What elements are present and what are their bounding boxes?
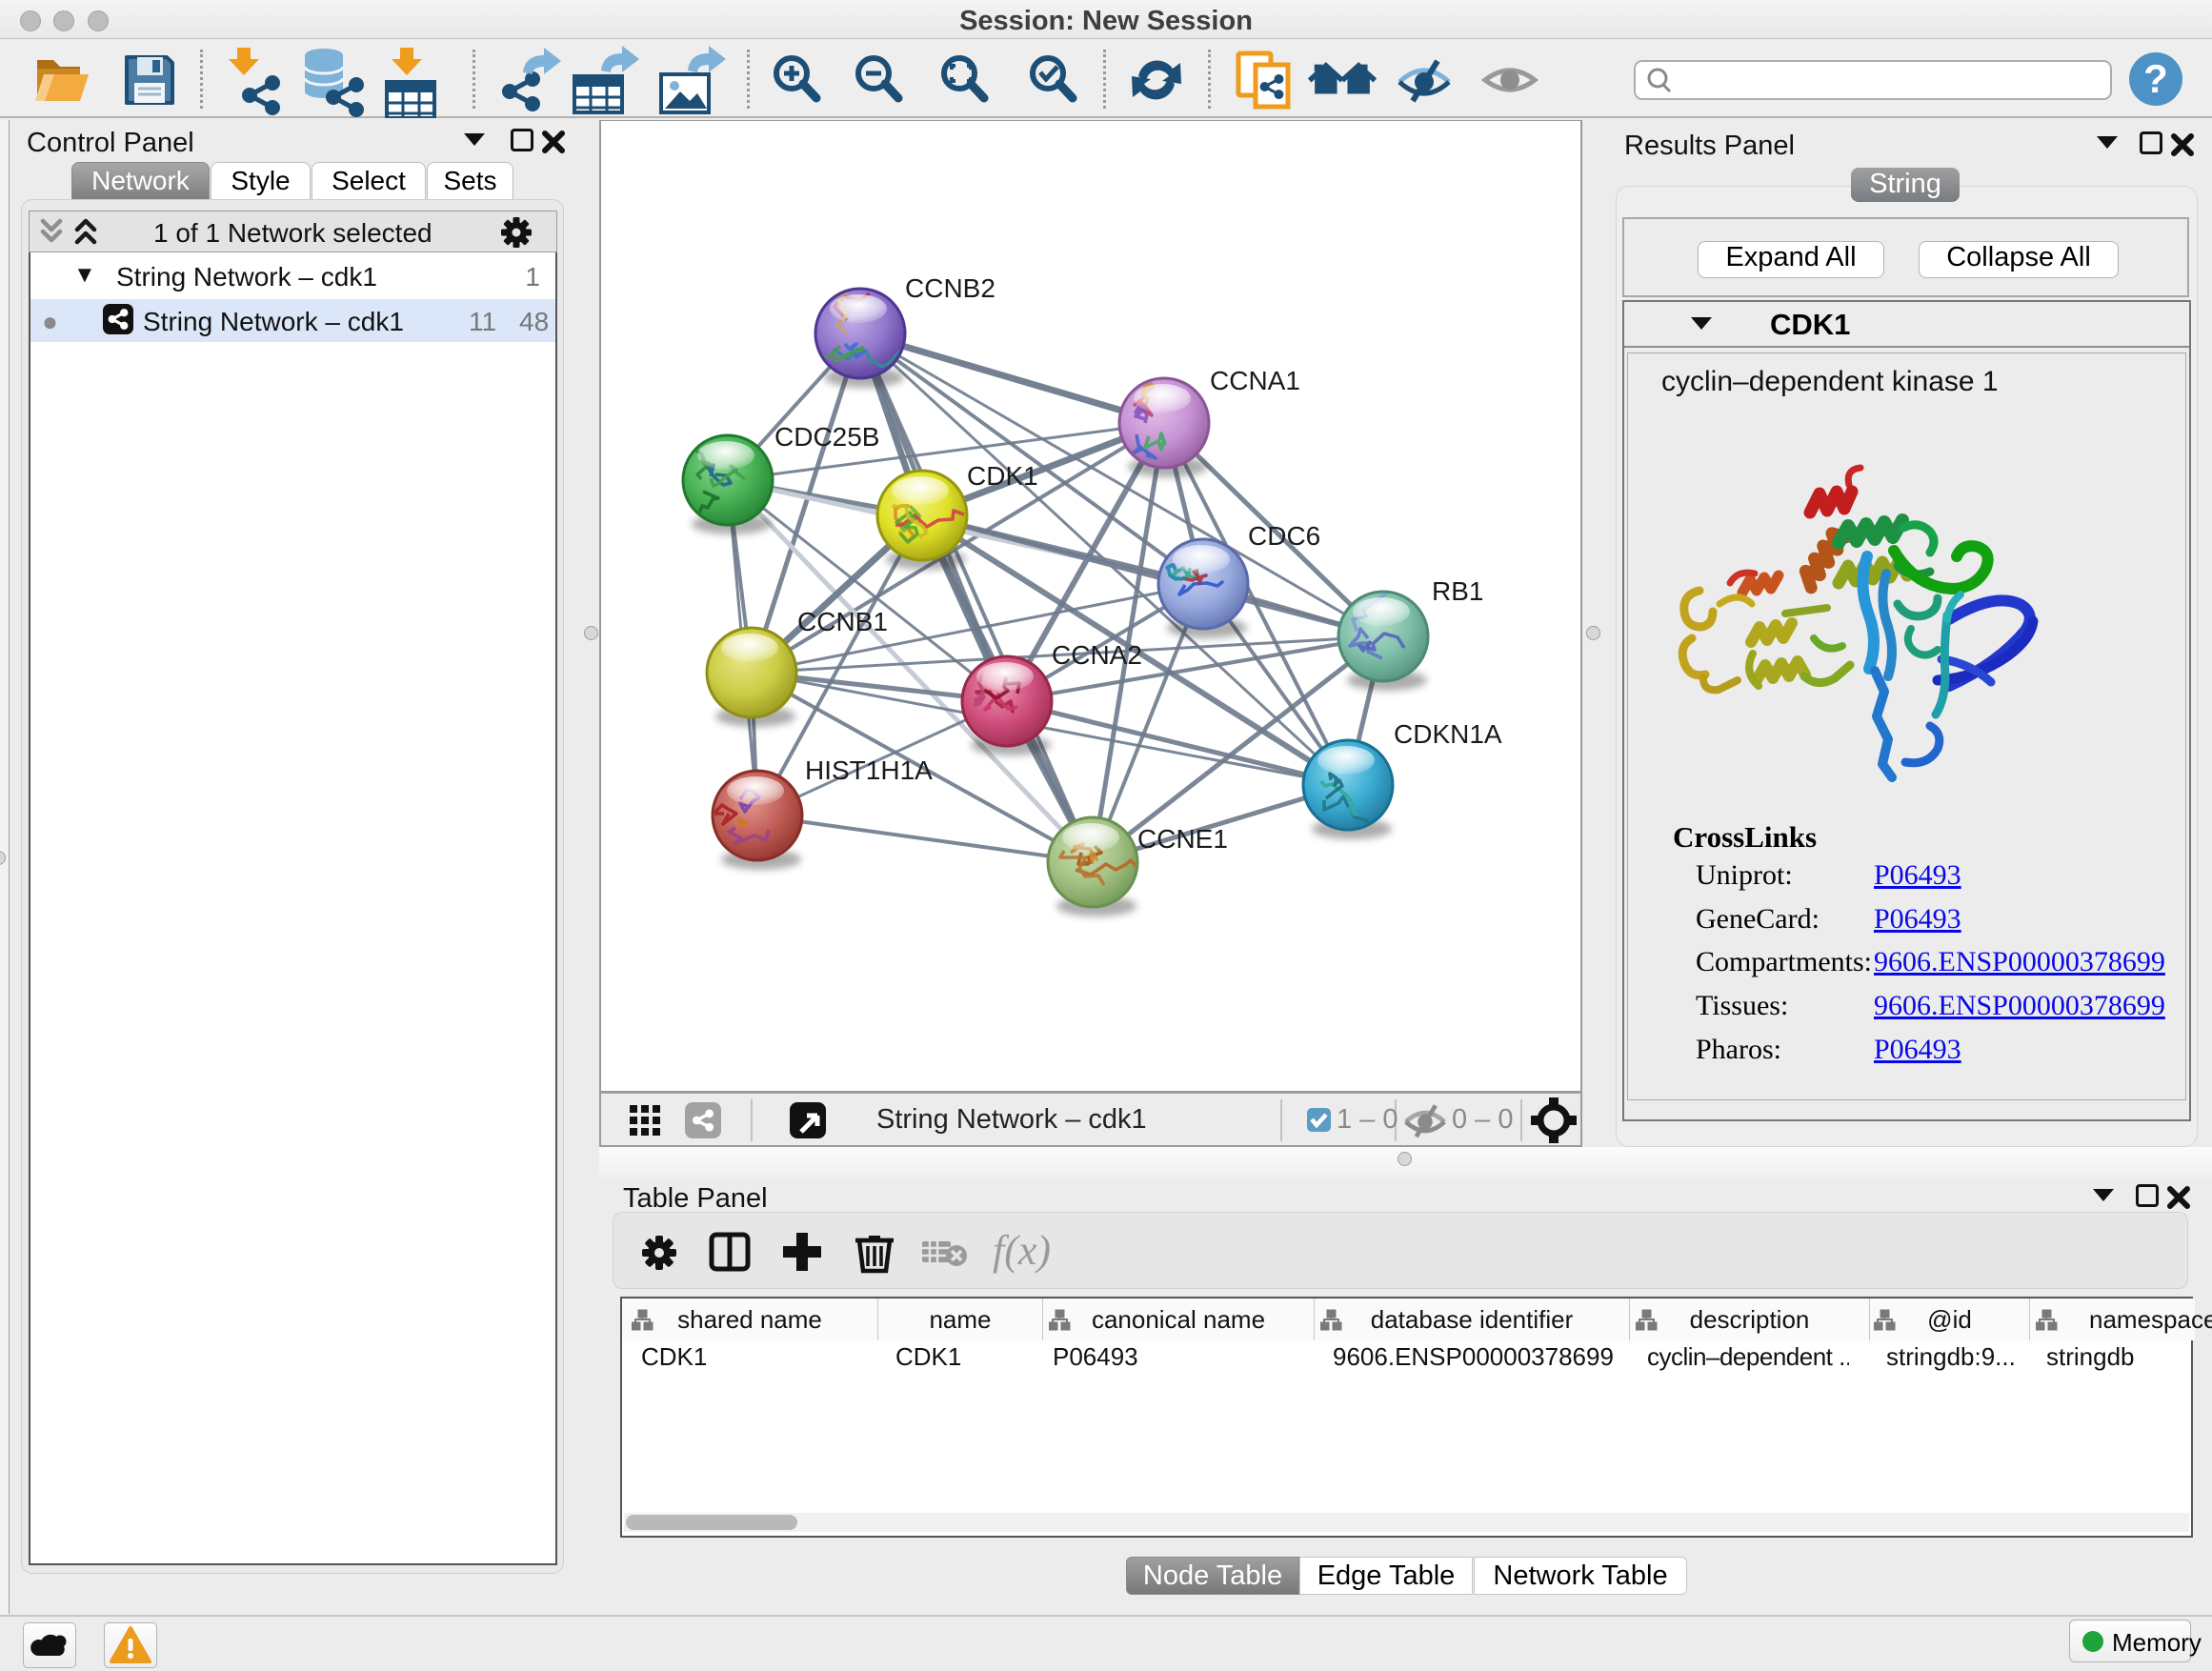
svg-text:CCNB2: CCNB2: [905, 273, 995, 303]
svg-text:CDKN1A: CDKN1A: [1394, 719, 1502, 749]
svg-text:CCNB1: CCNB1: [797, 607, 888, 636]
svg-text:CCNA2: CCNA2: [1052, 640, 1142, 670]
svg-text:?: ?: [2143, 56, 2168, 101]
svg-text:CCNA1: CCNA1: [1210, 366, 1300, 395]
svg-text:RB1: RB1: [1432, 576, 1483, 606]
svg-text:HIST1H1A: HIST1H1A: [805, 755, 933, 785]
svg-text:CCNE1: CCNE1: [1137, 824, 1228, 854]
svg-text:CDK1: CDK1: [967, 461, 1038, 491]
svg-text:CDC25B: CDC25B: [774, 422, 879, 452]
svg-text:f(x): f(x): [993, 1227, 1051, 1274]
svg-text:CDC6: CDC6: [1248, 521, 1320, 551]
